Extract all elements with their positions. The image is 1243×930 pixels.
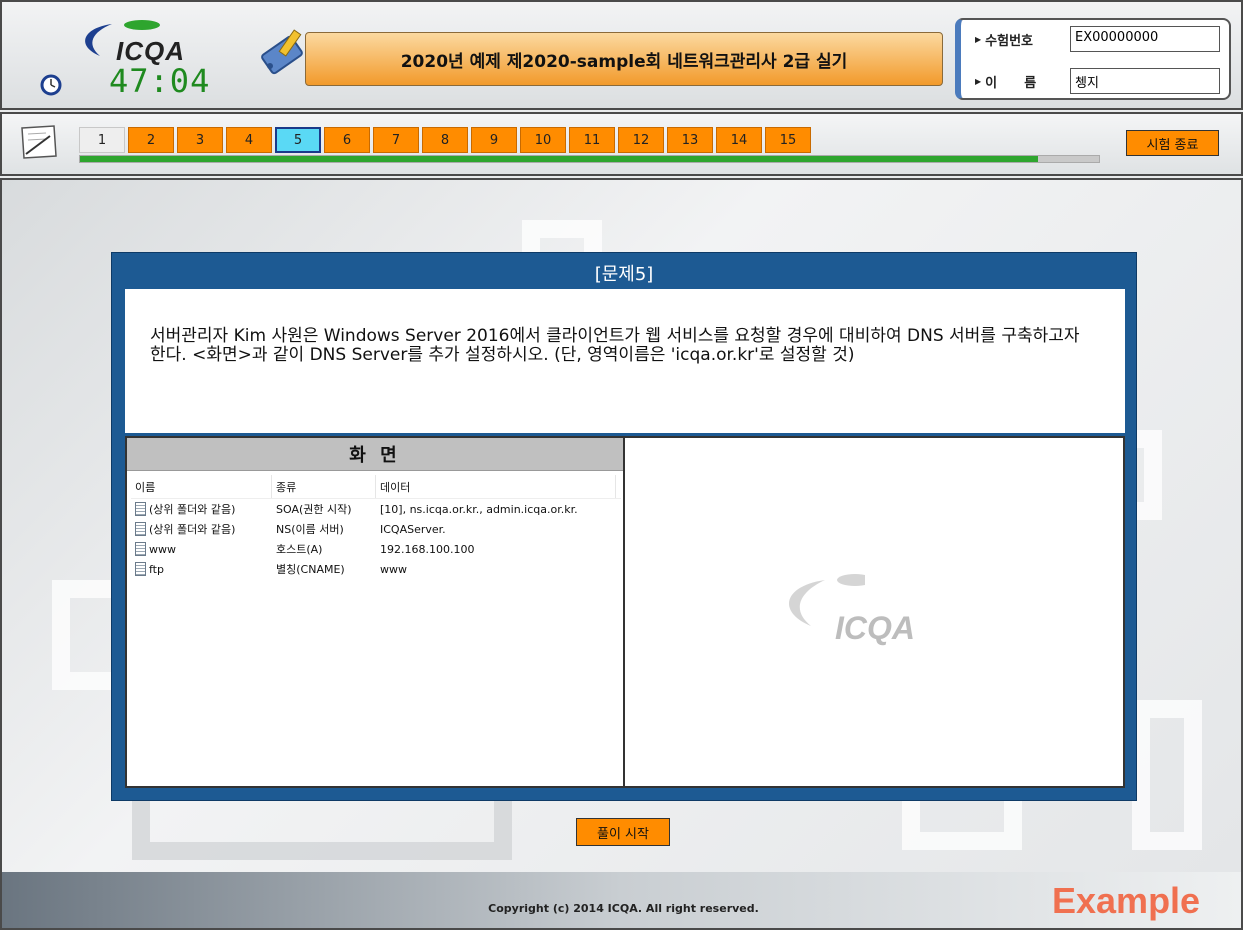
table-header: 이름 종류 데이터 bbox=[131, 475, 621, 499]
record-data: ICQAServer. bbox=[380, 522, 446, 536]
question-tab-9[interactable]: 9 bbox=[471, 127, 517, 153]
remaining-time: 47:04 bbox=[109, 62, 211, 100]
question-tab-4[interactable]: 4 bbox=[226, 127, 272, 153]
record-name: www bbox=[149, 542, 176, 556]
record-data: [10], ns.icqa.or.kr., admin.icqa.or.kr. bbox=[380, 502, 578, 516]
column-header-type: 종류 bbox=[272, 475, 376, 498]
record-type: NS(이름 서버) bbox=[276, 523, 344, 536]
record-data: www bbox=[380, 562, 407, 576]
question-navigation: 1 2 3 4 5 6 7 8 9 10 11 12 13 14 15 시험 종료 bbox=[0, 112, 1243, 176]
question-tab-6[interactable]: 6 bbox=[324, 127, 370, 153]
background-decoration bbox=[1132, 700, 1202, 850]
record-name-cell: www bbox=[131, 542, 272, 556]
question-tab-8[interactable]: 8 bbox=[422, 127, 468, 153]
column-header-data: 데이터 bbox=[376, 475, 616, 498]
record-name: (상위 폴더와 같음) bbox=[149, 503, 236, 516]
column-header-name: 이름 bbox=[131, 475, 272, 498]
exam-number-field: EX00000000 bbox=[1070, 26, 1220, 52]
header: ICQA 47:04 2020년 예제 제2020-sample회 네트워크관리… bbox=[0, 0, 1243, 110]
question-tab-7[interactable]: 7 bbox=[373, 127, 419, 153]
record-type: 별칭(CNAME) bbox=[276, 563, 345, 576]
question-tab-12[interactable]: 12 bbox=[618, 127, 664, 153]
answer-panel: ICQA bbox=[625, 436, 1125, 788]
record-name-cell: (상위 폴더와 같음) bbox=[131, 521, 272, 537]
record-icon bbox=[135, 522, 146, 536]
question-tab-2[interactable]: 2 bbox=[128, 127, 174, 153]
screen-panel: 화 면 이름 종류 데이터 (상위 폴더와 같음) SOA(권한 시작) [10… bbox=[125, 436, 625, 788]
record-icon bbox=[135, 542, 146, 556]
table-row: (상위 폴더와 같음) NS(이름 서버) ICQAServer. bbox=[131, 519, 621, 539]
question-tab-1[interactable]: 1 bbox=[79, 127, 125, 153]
end-exam-button[interactable]: 시험 종료 bbox=[1126, 130, 1219, 156]
question-box: 서버관리자 Kim 사원은 Windows Server 2016에서 클라이언… bbox=[125, 289, 1125, 433]
main-area: [문제5] 서버관리자 Kim 사원은 Windows Server 2016에… bbox=[0, 178, 1243, 872]
record-name: (상위 폴더와 같음) bbox=[149, 523, 236, 536]
question-text: 서버관리자 Kim 사원은 Windows Server 2016에서 클라이언… bbox=[150, 326, 1080, 365]
table-row: (상위 폴더와 같음) SOA(권한 시작) [10], ns.icqa.or.… bbox=[131, 499, 621, 519]
record-type: SOA(권한 시작) bbox=[276, 503, 352, 516]
record-icon bbox=[135, 502, 146, 516]
exam-number-label: 수험번호 bbox=[985, 34, 1033, 49]
question-tab-14[interactable]: 14 bbox=[716, 127, 762, 153]
clock-icon bbox=[40, 74, 62, 96]
table-row: ftp 별칭(CNAME) www bbox=[131, 559, 621, 579]
question-tab-5[interactable]: 5 bbox=[275, 127, 321, 153]
record-type: 호스트(A) bbox=[276, 543, 323, 556]
screen-header: 화 면 bbox=[127, 438, 623, 471]
question-panel: [문제5] 서버관리자 Kim 사원은 Windows Server 2016에… bbox=[111, 252, 1137, 801]
question-tab-15[interactable]: 15 bbox=[765, 127, 811, 153]
question-tab-13[interactable]: 13 bbox=[667, 127, 713, 153]
record-icon bbox=[135, 562, 146, 576]
exam-title: 2020년 예제 제2020-sample회 네트워크관리사 2급 실기 bbox=[305, 32, 943, 86]
name-label-row: ▶ 이 름 bbox=[975, 72, 1036, 91]
progress-bar bbox=[79, 155, 1100, 163]
question-tab-10[interactable]: 10 bbox=[520, 127, 566, 153]
question-tabs: 1 2 3 4 5 6 7 8 9 10 11 12 13 14 15 bbox=[79, 127, 814, 153]
exam-number-label-row: ▶ 수험번호 bbox=[975, 30, 1033, 49]
record-name: ftp bbox=[149, 562, 164, 576]
question-tab-3[interactable]: 3 bbox=[177, 127, 223, 153]
progress-fill bbox=[80, 156, 1038, 162]
dns-records-table: 이름 종류 데이터 (상위 폴더와 같음) SOA(권한 시작) [10], n… bbox=[131, 475, 621, 579]
examinee-info: ▶ 수험번호 EX00000000 ▶ 이 름 쳉지 bbox=[955, 18, 1231, 100]
record-name-cell: (상위 폴더와 같음) bbox=[131, 501, 272, 517]
watermark-text: ICQA bbox=[835, 610, 915, 646]
start-solving-button[interactable]: 풀이 시작 bbox=[576, 818, 670, 846]
name-label: 이 름 bbox=[985, 76, 1037, 91]
name-field: 쳉지 bbox=[1070, 68, 1220, 94]
footer: Copyright (c) 2014 ICQA. All right reser… bbox=[0, 872, 1243, 930]
example-watermark: Example bbox=[1052, 880, 1201, 921]
triangle-icon: ▶ bbox=[975, 77, 982, 86]
question-title: [문제5] bbox=[594, 264, 654, 285]
triangle-icon: ▶ bbox=[975, 35, 982, 44]
memo-icon[interactable] bbox=[16, 122, 62, 162]
question-tab-11[interactable]: 11 bbox=[569, 127, 615, 153]
table-row: www 호스트(A) 192.168.100.100 bbox=[131, 539, 621, 559]
record-data: 192.168.100.100 bbox=[380, 542, 475, 556]
pencil-icon bbox=[261, 29, 303, 75]
record-name-cell: ftp bbox=[131, 562, 272, 576]
